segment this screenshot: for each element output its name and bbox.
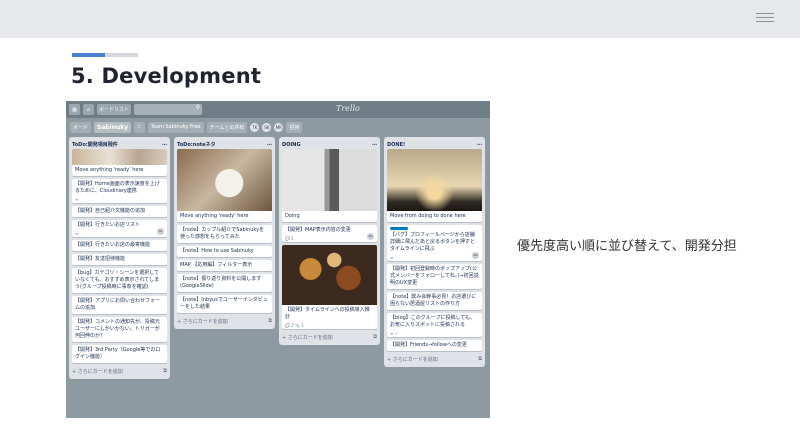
more-icon[interactable]: ⋯ bbox=[372, 142, 377, 148]
trello-screenshot: ▦ ⌂ ボードリスト ⚲ Trello ボード Sabinuky ☆ Team … bbox=[66, 101, 490, 418]
card[interactable]: Move anything 'ready' here bbox=[177, 211, 272, 222]
avatar: SK bbox=[157, 228, 164, 235]
card[interactable]: 【note】振り返り資料を公開します(GoogleSlide) bbox=[177, 274, 272, 292]
add-card-button[interactable]: + さらにカードを追加 ⧉ bbox=[282, 332, 377, 342]
list-header: DOING ⋯ bbox=[282, 140, 377, 149]
template-icon[interactable]: ⧉ bbox=[268, 318, 272, 324]
boards-label: ボードリスト bbox=[99, 107, 130, 113]
card[interactable]: 【開発】Home画面の表示速度を上げるために、Cloudinary連携 ≡ bbox=[72, 179, 167, 203]
card-label bbox=[390, 227, 408, 230]
star-icon[interactable]: ☆ bbox=[134, 121, 145, 133]
search-input[interactable]: ⚲ bbox=[134, 104, 203, 115]
board-lists: ToDo:開発項目残件 ⋯ Move anything 'ready' here … bbox=[69, 137, 485, 379]
menu-icon[interactable] bbox=[756, 13, 774, 25]
more-icon[interactable]: ⋯ bbox=[477, 142, 482, 148]
card[interactable]: 【開発】行きたいお店リスト ≡ SK bbox=[72, 220, 167, 237]
card[interactable]: 【バグ】プロフィールページから店舗詳細に飛んだあと戻るボタンを押すとタイムライン… bbox=[387, 225, 482, 261]
more-icon[interactable]: ⋯ bbox=[162, 142, 167, 148]
card[interactable]: 【blog】このグループに投稿しても、お気に入りスポットに投稿される ≡ ✓ bbox=[387, 313, 482, 337]
slide-title: 5. Development bbox=[71, 64, 262, 88]
board-header: ボード Sabinuky ☆ Team Sabinuky Free チームとの共… bbox=[66, 118, 490, 136]
visibility-button[interactable]: チームとの共有 bbox=[206, 121, 248, 133]
card[interactable]: Move from doing to done here bbox=[387, 211, 482, 222]
card[interactable]: Doing bbox=[282, 211, 377, 222]
list-title: ToDo:noteネタ bbox=[177, 142, 216, 148]
add-card-button[interactable]: + さらにカードを追加 ⧉ bbox=[177, 316, 272, 326]
home-icon[interactable]: ⌂ bbox=[83, 104, 94, 115]
search-icon: ⚲ bbox=[195, 104, 201, 111]
card[interactable]: 【note】飲み会幹事必見！お店選びに困らない居酒屋リストの作り方 bbox=[387, 292, 482, 310]
invite-button[interactable]: 招待 bbox=[286, 121, 303, 133]
trello-header: ▦ ⌂ ボードリスト ⚲ Trello bbox=[66, 101, 490, 118]
team-button[interactable]: Team Sabinuky Free bbox=[147, 121, 204, 133]
card[interactable]: 【note】カップル紹介でSabinukyを使った感想をもらってみた bbox=[177, 225, 272, 243]
progress-bar bbox=[72, 53, 138, 57]
template-icon[interactable]: ⧉ bbox=[478, 356, 482, 362]
template-icon[interactable]: ⧉ bbox=[373, 334, 377, 340]
add-card-button[interactable]: + さらにカードを追加 ⧉ bbox=[72, 366, 167, 376]
card[interactable]: 【開発】MAP表示内容の変更 💬 1 SK bbox=[282, 225, 377, 242]
list-done: DONE! ⋯ Move from doing to done here 【バグ】… bbox=[384, 137, 485, 367]
apps-icon[interactable]: ▦ bbox=[69, 104, 80, 115]
avatar[interactable]: MR bbox=[274, 122, 284, 132]
card[interactable]: 【開発】コメントの通知先が、投稿元ユーザーにしかいかない。トリガーが何回伸のか？ bbox=[72, 317, 167, 342]
board-name[interactable]: Sabinuky bbox=[94, 121, 132, 133]
card-cover-image bbox=[177, 149, 272, 211]
card[interactable]: 【開発】自己紹介文機能の追加 bbox=[72, 206, 167, 217]
card[interactable]: MAP 【応用編】フィルター表示 bbox=[177, 260, 272, 271]
avatar[interactable]: TK bbox=[250, 122, 260, 132]
list-header: ToDo:noteネタ ⋯ bbox=[177, 140, 272, 149]
card[interactable]: Move anything 'ready' here bbox=[72, 165, 167, 176]
card[interactable]: 【開発】タイムラインへの投稿導入推計 💬 2 📎 1 bbox=[282, 245, 377, 329]
card[interactable]: 【開発】3rd Party（Google等でのログイン機能） bbox=[72, 345, 167, 363]
avatar: SK bbox=[472, 252, 479, 259]
slide-note: 優先度高い順に並び替えて、開発分担 bbox=[517, 239, 737, 254]
card-cover-image bbox=[282, 245, 377, 305]
card[interactable]: 【bug】カテゴリ・シーンを選択していなくても、おすすめ表示されてしまう(グルー… bbox=[72, 268, 167, 293]
card[interactable]: 【開発】初回登録時のポップアップ(公式メンバーをフォローしてね。)→初回説明のU… bbox=[387, 264, 482, 289]
add-card-button[interactable]: + さらにカードを追加 ⧉ bbox=[387, 354, 482, 364]
card[interactable]: 【note】Inbyusでユーザーインタビューをした結果 bbox=[177, 295, 272, 313]
progress-fill bbox=[72, 53, 105, 57]
card-cover-image bbox=[282, 149, 377, 211]
boards-button[interactable]: ボードリスト bbox=[97, 104, 132, 115]
list-doing: DOING ⋯ Doing 【開発】MAP表示内容の変更 💬 1 SK 【開発】タイム… bbox=[279, 137, 380, 345]
card-cover-image bbox=[387, 149, 482, 211]
list-todo: ToDo:開発項目残件 ⋯ Move anything 'ready' here … bbox=[69, 137, 170, 379]
list-header: ToDo:開発項目残件 ⋯ bbox=[72, 140, 167, 149]
card[interactable]: 【開発】Friends→followへの変更 bbox=[387, 340, 482, 351]
top-bar bbox=[0, 0, 800, 38]
more-icon[interactable]: ⋯ bbox=[267, 142, 272, 148]
board-menu-button[interactable]: ボード bbox=[70, 121, 92, 133]
visibility-label: チームとの共有 bbox=[209, 124, 245, 131]
trello-logo: Trello bbox=[336, 104, 360, 113]
list-note: ToDo:noteネタ ⋯ Move anything 'ready' here … bbox=[174, 137, 275, 329]
list-header: DONE! ⋯ bbox=[387, 140, 482, 149]
avatar[interactable]: SK bbox=[262, 122, 272, 132]
list-title: ToDo:開発項目残件 bbox=[72, 142, 118, 148]
team-badge: Free bbox=[189, 124, 201, 130]
card[interactable]: 【開発】行きたいお店の最寄機能 bbox=[72, 240, 167, 251]
card[interactable]: 【開発】友達招待機能 bbox=[72, 254, 167, 265]
card[interactable]: 【開発】アプリにお問い合わせフォームの追加 bbox=[72, 296, 167, 314]
list-title: DOING bbox=[282, 141, 301, 148]
template-icon[interactable]: ⧉ bbox=[163, 368, 167, 374]
team-label: Team Sabinuky bbox=[150, 124, 189, 130]
card[interactable]: 【note】How to use Sabinuky bbox=[177, 246, 272, 257]
list-title: DONE! bbox=[387, 141, 406, 148]
card-cover-image bbox=[72, 149, 167, 165]
avatar: SK bbox=[367, 233, 374, 240]
